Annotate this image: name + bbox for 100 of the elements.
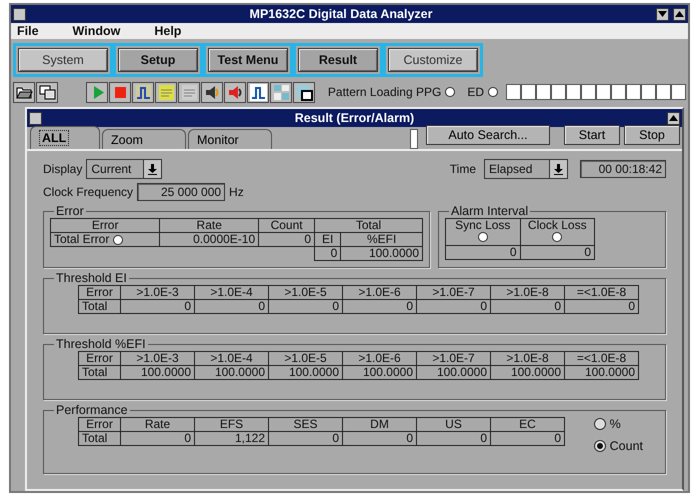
maximize-button[interactable] bbox=[667, 112, 680, 124]
pulse-button[interactable] bbox=[132, 82, 154, 102]
push-button[interactable]: Auto Search... bbox=[426, 125, 550, 145]
indicator-cell bbox=[671, 84, 686, 100]
alarm-header: Sync Loss bbox=[446, 218, 520, 246]
table-cell: 0 bbox=[120, 300, 194, 314]
table-cell: 0 bbox=[520, 246, 594, 260]
sound-button[interactable] bbox=[201, 82, 223, 102]
radio-option[interactable]: Count bbox=[594, 439, 643, 453]
tab[interactable]: Zoom bbox=[102, 129, 186, 149]
play-button[interactable] bbox=[86, 82, 108, 102]
column-header: >1.0E-7 bbox=[416, 286, 490, 300]
menu-item[interactable]: Window bbox=[72, 24, 120, 38]
windows-button[interactable] bbox=[36, 82, 58, 102]
table-cell: 0 bbox=[342, 300, 416, 314]
indicator-cell bbox=[611, 84, 626, 100]
open-folder-button[interactable] bbox=[13, 82, 35, 102]
alarm-header: Clock Loss bbox=[520, 218, 594, 246]
nav-button[interactable]: System bbox=[18, 48, 108, 72]
pulse-icon bbox=[134, 82, 152, 102]
dropdown[interactable]: Current bbox=[86, 159, 162, 179]
layout-icon bbox=[272, 82, 290, 102]
column-header: Error bbox=[50, 218, 160, 232]
column-header: >1.0E-6 bbox=[342, 286, 416, 300]
table-cell: 0 bbox=[342, 432, 416, 446]
menu-item[interactable]: File bbox=[17, 24, 39, 38]
push-button[interactable]: Stop bbox=[624, 125, 680, 145]
column-header: =<1.0E-8 bbox=[564, 286, 638, 300]
window-title: MP1632C Digital Data Analyzer bbox=[248, 7, 434, 21]
status-label: ED bbox=[467, 85, 484, 99]
minimize-button[interactable] bbox=[656, 8, 669, 20]
row-header: Total Error bbox=[50, 232, 160, 246]
nav-button[interactable]: Customize bbox=[388, 48, 478, 72]
group-title: Performance bbox=[55, 404, 129, 417]
field-label: Time bbox=[450, 162, 476, 176]
table-cell: 0 bbox=[416, 300, 490, 314]
layout-button[interactable] bbox=[270, 82, 292, 102]
log-icon bbox=[156, 82, 176, 102]
table-cell: 100.0000 bbox=[120, 366, 194, 380]
subwindow-title: Result (Error/Alarm) bbox=[294, 111, 416, 125]
indicator-cell bbox=[626, 84, 641, 100]
column-header: Rate bbox=[160, 218, 259, 232]
table-cell: Total bbox=[78, 432, 120, 446]
time-field: 00 00:18:42 bbox=[580, 160, 666, 178]
window-button[interactable] bbox=[293, 82, 315, 102]
group-title: Error bbox=[55, 205, 85, 218]
nav-button[interactable]: Result bbox=[298, 48, 378, 72]
indicator-cell bbox=[641, 84, 656, 100]
group-title: Threshold EI bbox=[55, 272, 128, 285]
table-cell: 100.0000 bbox=[194, 366, 268, 380]
menu-item[interactable]: Help bbox=[154, 24, 182, 38]
table-cell: 0 bbox=[564, 300, 638, 314]
dropdown-arrow-icon bbox=[554, 164, 563, 174]
tab[interactable]: ALL bbox=[30, 126, 100, 149]
dropdown[interactable]: Elapsed bbox=[484, 159, 568, 179]
stop-button[interactable] bbox=[109, 82, 131, 102]
tab[interactable]: Monitor bbox=[188, 129, 272, 149]
error-log-button[interactable] bbox=[178, 82, 200, 102]
window-menu-button[interactable] bbox=[29, 112, 42, 124]
error-log-button[interactable] bbox=[155, 82, 177, 102]
window-icon bbox=[294, 82, 314, 102]
table-cell: 0 bbox=[490, 300, 564, 314]
dropdown-arrow-icon bbox=[148, 164, 158, 174]
column-header: >1.0E-4 bbox=[194, 352, 268, 366]
column-header: EC bbox=[490, 418, 564, 432]
column-header: EFS bbox=[194, 418, 268, 432]
indicator-cell bbox=[536, 84, 551, 100]
maximize-button[interactable] bbox=[673, 8, 686, 20]
window-menu-button[interactable] bbox=[13, 8, 26, 20]
indicator-cell bbox=[596, 84, 611, 100]
pulse-button[interactable] bbox=[247, 82, 269, 102]
table-cell: Total bbox=[78, 366, 120, 380]
table-cell: 0 bbox=[258, 232, 315, 246]
table-cell: 0 bbox=[416, 432, 490, 446]
column-header: >1.0E-5 bbox=[268, 286, 342, 300]
table-cell: Total bbox=[78, 300, 120, 314]
log-icon bbox=[180, 82, 198, 102]
nav-button[interactable]: Test Menu bbox=[208, 48, 288, 72]
indicator-cell bbox=[551, 84, 566, 100]
indicator-cell bbox=[521, 84, 536, 100]
table-cell: 100.0000 bbox=[342, 366, 416, 380]
column-header: >1.0E-5 bbox=[268, 352, 342, 366]
field-label: Clock Frequency bbox=[43, 185, 134, 199]
column-header: SES bbox=[268, 418, 342, 432]
column-header: Error bbox=[78, 418, 120, 432]
indicator-cell bbox=[506, 84, 521, 100]
column-header: %EFI bbox=[340, 232, 422, 246]
table-cell: 100.0000 bbox=[490, 366, 564, 380]
sound-button[interactable] bbox=[224, 82, 246, 102]
push-button[interactable]: Start bbox=[564, 125, 620, 145]
clock-frequency-field[interactable]: 25 000 000 bbox=[137, 183, 226, 201]
nav-button[interactable]: Setup bbox=[118, 48, 198, 72]
column-header: >1.0E-6 bbox=[342, 352, 416, 366]
column-header: Error bbox=[78, 286, 120, 300]
indicator-bar bbox=[410, 129, 418, 149]
status-label: Pattern Loading PPG bbox=[328, 85, 442, 99]
group-title: Threshold %EFI bbox=[55, 338, 147, 351]
column-header: =<1.0E-8 bbox=[564, 352, 638, 366]
table-cell: 0 bbox=[314, 246, 341, 260]
radio-option[interactable]: % bbox=[594, 417, 643, 431]
